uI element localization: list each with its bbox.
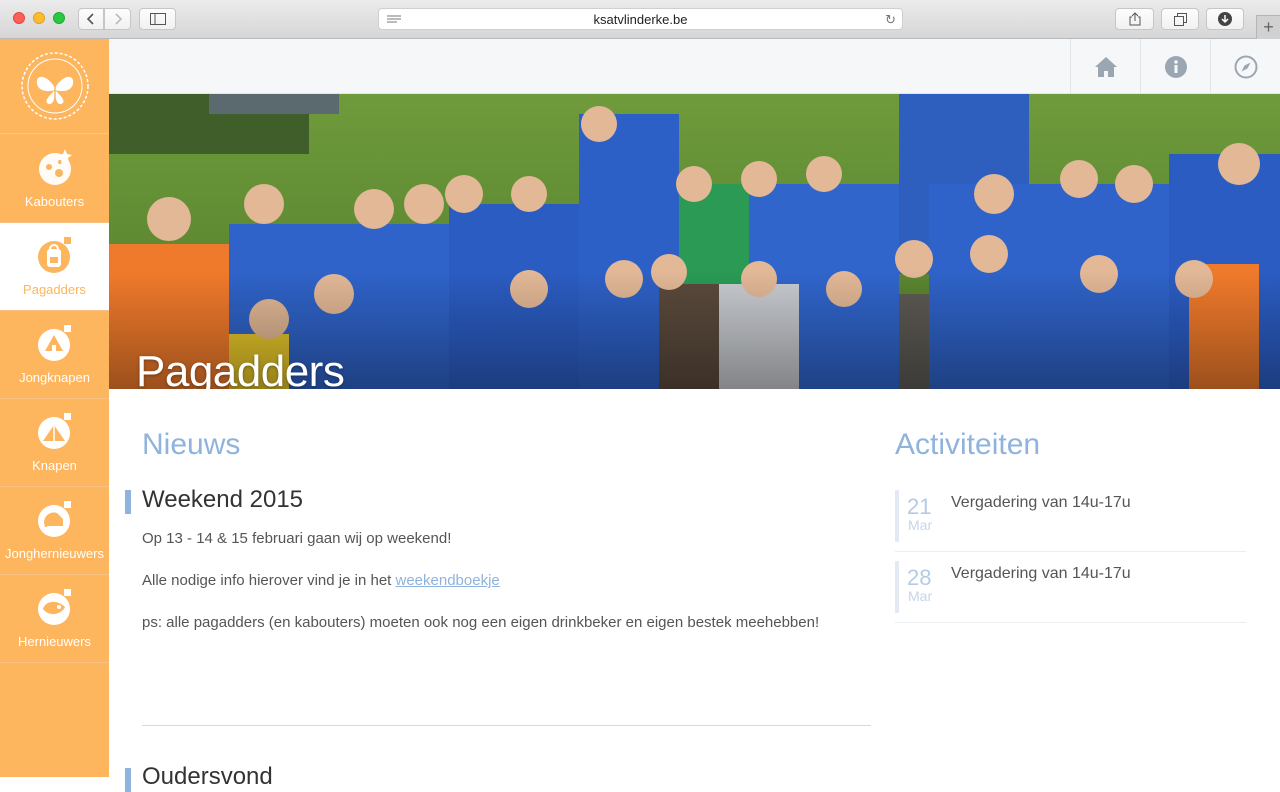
site-logo[interactable] bbox=[0, 39, 109, 134]
news-heading: Nieuws bbox=[142, 428, 241, 461]
sidebar-item-label: Kabouters bbox=[24, 194, 85, 209]
forward-button[interactable] bbox=[104, 8, 131, 30]
info-icon bbox=[1164, 55, 1187, 78]
knapen-icon bbox=[38, 413, 71, 449]
sidebar-item-jonghernieuwers[interactable]: Jonghernieuwers bbox=[0, 487, 109, 575]
zoom-window-button[interactable] bbox=[53, 12, 65, 24]
kabouters-icon bbox=[39, 149, 72, 185]
jongknapen-icon bbox=[38, 325, 71, 361]
sidebar-item-label: Hernieuwers bbox=[18, 634, 91, 649]
compass-icon bbox=[1234, 55, 1257, 78]
sidebar-item-kabouters[interactable]: Kabouters bbox=[0, 135, 109, 223]
tab-overview-button[interactable] bbox=[1161, 8, 1199, 30]
hero-banner: Pagadders bbox=[109, 94, 1280, 389]
new-tab-button[interactable]: + bbox=[1256, 15, 1280, 39]
compass-button[interactable] bbox=[1210, 39, 1280, 94]
minimize-window-button[interactable] bbox=[33, 12, 45, 24]
activities-heading: Activiteiten bbox=[895, 428, 1041, 461]
url-text: ksatvlinderke.be bbox=[593, 12, 688, 27]
sidebar-icon bbox=[149, 13, 166, 25]
post-title[interactable]: Weekend 2015 bbox=[142, 486, 303, 514]
download-icon bbox=[1218, 12, 1232, 26]
page-title: Pagadders bbox=[136, 347, 345, 389]
share-icon bbox=[1129, 12, 1140, 26]
tabs-icon bbox=[1173, 12, 1187, 26]
sidebar-item-label: Jonghernieuwers bbox=[4, 546, 104, 561]
activity-title: Vergadering van 14u-17u bbox=[951, 494, 1131, 511]
activity-accent-bar bbox=[895, 490, 899, 542]
home-icon bbox=[1094, 56, 1117, 77]
post-accent-bar bbox=[125, 768, 131, 792]
post-text: Alle nodige info hierover vind je in het bbox=[142, 572, 396, 589]
address-bar[interactable]: ksatvlinderke.be ↻ bbox=[378, 8, 903, 30]
downloads-button[interactable] bbox=[1206, 8, 1244, 30]
share-button[interactable] bbox=[1115, 8, 1154, 30]
group-photo bbox=[109, 94, 1280, 389]
reload-icon[interactable]: ↻ bbox=[885, 12, 896, 28]
sidebar-item-jongknapen[interactable]: Jongknapen bbox=[0, 311, 109, 399]
butterfly-logo-icon bbox=[20, 52, 89, 120]
browser-toolbar: ksatvlinderke.be ↻ + bbox=[0, 0, 1280, 39]
jonghernieuwers-icon bbox=[38, 501, 71, 537]
post-paragraph: Op 13 - 14 & 15 februari gaan wij op wee… bbox=[142, 530, 452, 547]
weekendboekje-link[interactable]: weekendboekje bbox=[396, 572, 500, 589]
post-paragraph: Alle nodige info hierover vind je in het… bbox=[142, 572, 500, 589]
chevron-left-icon bbox=[86, 13, 94, 25]
top-bar bbox=[109, 39, 1280, 94]
back-button[interactable] bbox=[78, 8, 104, 30]
sidebar-item-pagadders[interactable]: Pagadders bbox=[0, 223, 109, 311]
activity-item[interactable]: 28 Mar Vergadering van 14u-17u bbox=[895, 561, 1246, 623]
post-title[interactable]: Oudersvond bbox=[142, 763, 273, 791]
activity-accent-bar bbox=[895, 561, 899, 613]
post-divider bbox=[142, 725, 871, 726]
chevron-right-icon bbox=[114, 13, 122, 25]
sidebar-toggle-button[interactable] bbox=[139, 8, 176, 30]
post-paragraph: ps: alle pagadders (en kabouters) moeten… bbox=[142, 614, 820, 631]
sidebar-item-knapen[interactable]: Knapen bbox=[0, 399, 109, 487]
hernieuwers-icon bbox=[38, 589, 71, 625]
activity-title: Vergadering van 14u-17u bbox=[951, 565, 1131, 582]
post-accent-bar bbox=[125, 490, 131, 514]
info-button[interactable] bbox=[1140, 39, 1210, 94]
close-window-button[interactable] bbox=[13, 12, 25, 24]
sidebar-item-hernieuwers[interactable]: Hernieuwers bbox=[0, 575, 109, 663]
sidebar-item-label: Pagadders bbox=[23, 282, 86, 297]
home-button[interactable] bbox=[1070, 39, 1140, 94]
activity-item[interactable]: 21 Mar Vergadering van 14u-17u bbox=[895, 490, 1246, 552]
sidebar-item-label: Knapen bbox=[32, 458, 77, 473]
section-sidebar: Kabouters Pagadders Jongknapen Knapen Jo… bbox=[0, 39, 109, 777]
activity-month: Mar bbox=[908, 517, 933, 533]
activity-month: Mar bbox=[908, 588, 933, 604]
sidebar-item-label: Jongknapen bbox=[19, 370, 90, 385]
pagadders-icon bbox=[38, 237, 71, 273]
